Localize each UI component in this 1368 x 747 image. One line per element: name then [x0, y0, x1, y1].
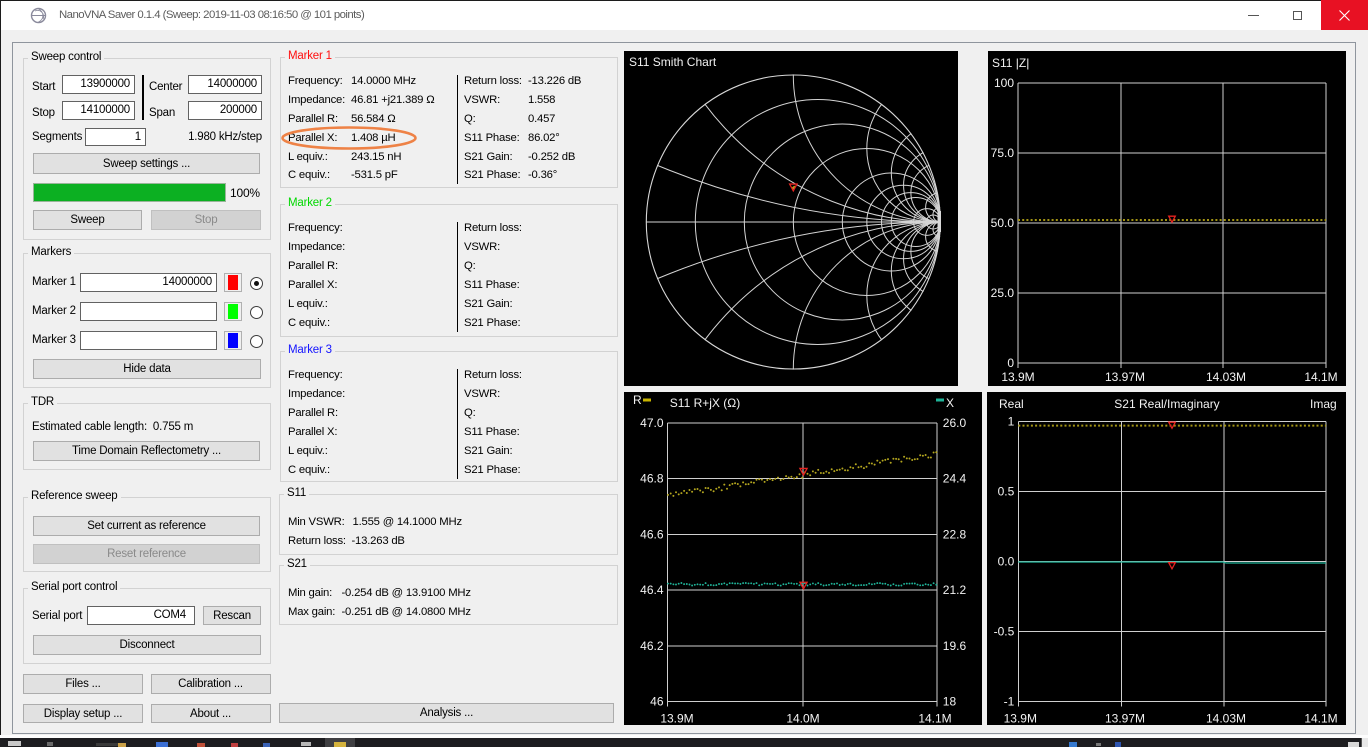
svg-text:S21 Real/Imaginary: S21 Real/Imaginary — [1114, 397, 1219, 411]
svg-text:46.8: 46.8 — [640, 472, 664, 486]
svg-text:S11 Smith Chart: S11 Smith Chart — [629, 55, 717, 69]
svg-text:75.0: 75.0 — [991, 146, 1015, 160]
svg-text:14.03M: 14.03M — [1206, 370, 1246, 384]
svg-text:13.9M: 13.9M — [1001, 370, 1034, 384]
svg-text:14.0M: 14.0M — [786, 712, 819, 726]
svg-text:1: 1 — [1008, 415, 1015, 429]
svg-text:14.1M: 14.1M — [1304, 370, 1337, 384]
svg-text:13.97M: 13.97M — [1105, 370, 1145, 384]
svg-text:47.0: 47.0 — [640, 416, 664, 430]
svg-text:46.4: 46.4 — [640, 583, 664, 597]
svg-text:14.1M: 14.1M — [1304, 712, 1337, 726]
svg-text:19.6: 19.6 — [943, 639, 967, 653]
svg-text:46.2: 46.2 — [640, 639, 664, 653]
svg-text:26.0: 26.0 — [943, 416, 967, 430]
svg-text:22.8: 22.8 — [943, 527, 967, 541]
svg-text:Real: Real — [999, 397, 1024, 411]
svg-text:100: 100 — [994, 76, 1014, 90]
svg-text:50.0: 50.0 — [991, 216, 1015, 230]
svg-text:-0.5: -0.5 — [994, 625, 1015, 639]
svg-text:14.1M: 14.1M — [918, 712, 951, 726]
svg-text:24.4: 24.4 — [943, 472, 967, 486]
svg-text:0: 0 — [1007, 356, 1014, 370]
svg-text:14.03M: 14.03M — [1206, 712, 1246, 726]
svg-text:Imag: Imag — [1310, 397, 1337, 411]
svg-text:18: 18 — [943, 695, 957, 709]
svg-text:21.2: 21.2 — [943, 583, 967, 597]
svg-text:13.97M: 13.97M — [1105, 712, 1145, 726]
svg-text:0.5: 0.5 — [998, 485, 1015, 499]
svg-text:13.9M: 13.9M — [660, 712, 693, 726]
svg-text:46: 46 — [650, 695, 664, 709]
svg-text:S11 |Z|: S11 |Z| — [992, 56, 1029, 70]
svg-text:0.0: 0.0 — [998, 555, 1015, 569]
svg-text:46.6: 46.6 — [640, 527, 664, 541]
svg-text:13.9M: 13.9M — [1004, 712, 1037, 726]
svg-text:R: R — [633, 393, 642, 407]
svg-text:-1: -1 — [1004, 695, 1015, 709]
svg-text:25.0: 25.0 — [991, 286, 1015, 300]
svg-text:X: X — [946, 396, 954, 410]
svg-text:S11 R+jX (Ω): S11 R+jX (Ω) — [670, 396, 740, 410]
